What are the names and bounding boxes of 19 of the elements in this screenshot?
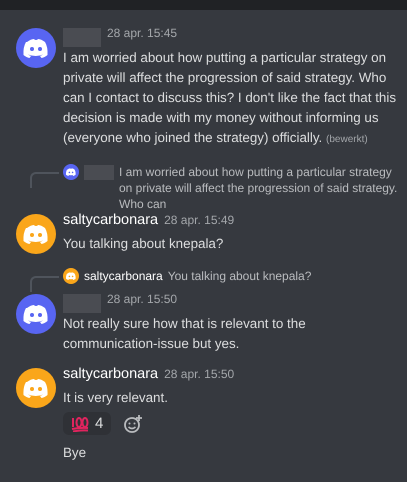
- hundred-icon: [71, 416, 89, 432]
- author-name[interactable]: saltycarbonara: [63, 212, 158, 228]
- timestamp: 28 apr. 15:49: [164, 213, 234, 227]
- timestamp: 28 apr. 15:50: [164, 367, 234, 381]
- message-text: Bye: [63, 444, 88, 462]
- reply-connector: [30, 276, 59, 292]
- add-reaction-icon[interactable]: [123, 414, 144, 434]
- reply-preview[interactable]: I am worried about how putting a particular strategy on private will affect the progression of said strategy. Who can: [119, 164, 399, 212]
- message-text: You talking about knepala?: [63, 235, 224, 253]
- message-text: Not really sure how that is relevant to the communication-issue but yes.: [63, 315, 307, 353]
- message-text: I am worried about how putting a particular strategy on private will affect the progression of said strategy. Who can I contact to discuss this? I don't like the fact that this decision is made with my money without informing us (everyone who joined the strategy) officially. (bewerkt): [63, 49, 398, 147]
- timestamp: 28 apr. 15:45: [107, 26, 178, 40]
- timestamp: 28 apr. 15:50: [107, 292, 178, 306]
- author-name[interactable]: saltycarbonara: [63, 366, 158, 382]
- message-text: It is very relevant.: [63, 389, 169, 407]
- reaction-button[interactable]: 4: [63, 412, 112, 435]
- reply-preview[interactable]: You talking about knepala?: [168, 268, 312, 284]
- reply-author[interactable]: saltycarbonara: [84, 268, 163, 284]
- reply-connector: [30, 172, 59, 188]
